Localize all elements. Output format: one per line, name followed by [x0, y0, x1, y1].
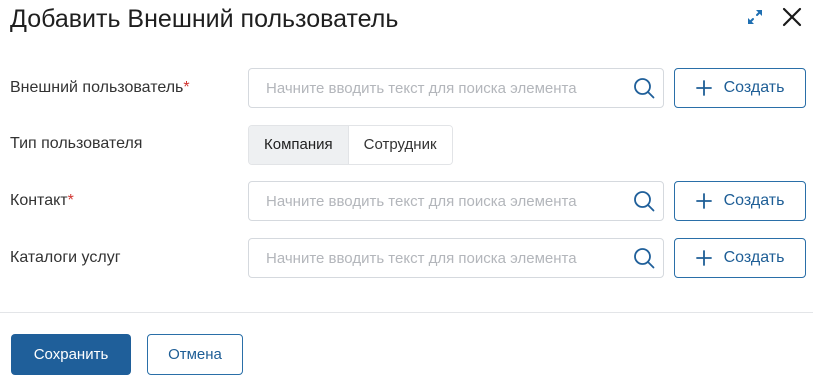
user-type-option-employee[interactable]: Сотрудник	[347, 126, 452, 164]
service-catalogs-search[interactable]	[248, 238, 664, 278]
create-service-catalog-button[interactable]: Создать	[674, 238, 806, 278]
service-catalogs-row: Каталоги услуг Создать	[0, 238, 813, 278]
contact-input[interactable]	[266, 182, 626, 220]
contact-row: Контакт* Создать	[0, 181, 813, 221]
add-external-user-dialog: Добавить Внешний пользователь Внешний по…	[0, 0, 813, 384]
service-catalogs-input[interactable]	[266, 239, 626, 277]
external-user-label: Внешний пользователь*	[10, 79, 190, 96]
footer-divider	[0, 312, 813, 313]
create-label: Создать	[723, 79, 785, 96]
search-icon[interactable]	[633, 247, 655, 269]
user-type-label: Тип пользователя	[10, 135, 143, 152]
required-mark: *	[67, 192, 74, 209]
user-type-segmented-control: Компания Сотрудник	[248, 125, 453, 165]
create-label: Создать	[723, 249, 785, 266]
plus-icon	[695, 193, 712, 209]
service-catalogs-label: Каталоги услуг	[10, 249, 121, 266]
user-type-option-company[interactable]: Компания	[249, 126, 348, 164]
save-button[interactable]: Сохранить	[11, 334, 131, 375]
cancel-button[interactable]: Отмена	[147, 334, 243, 375]
expand-icon[interactable]	[743, 5, 767, 29]
dialog-title: Добавить Внешний пользователь	[10, 5, 399, 33]
contact-label: Контакт*	[10, 192, 74, 209]
external-user-input[interactable]	[266, 69, 626, 107]
plus-icon	[695, 250, 712, 266]
search-icon[interactable]	[633, 77, 655, 99]
external-user-row: Внешний пользователь* Создать	[0, 68, 813, 108]
user-type-row: Тип пользователя Компания Сотрудник	[0, 124, 813, 165]
plus-icon	[695, 80, 712, 96]
external-user-search[interactable]	[248, 68, 664, 108]
create-external-user-button[interactable]: Создать	[674, 68, 806, 108]
search-icon[interactable]	[633, 190, 655, 212]
create-label: Создать	[723, 192, 785, 209]
close-icon[interactable]	[779, 4, 805, 30]
create-contact-button[interactable]: Создать	[674, 181, 806, 221]
required-mark: *	[183, 79, 190, 96]
contact-search[interactable]	[248, 181, 664, 221]
